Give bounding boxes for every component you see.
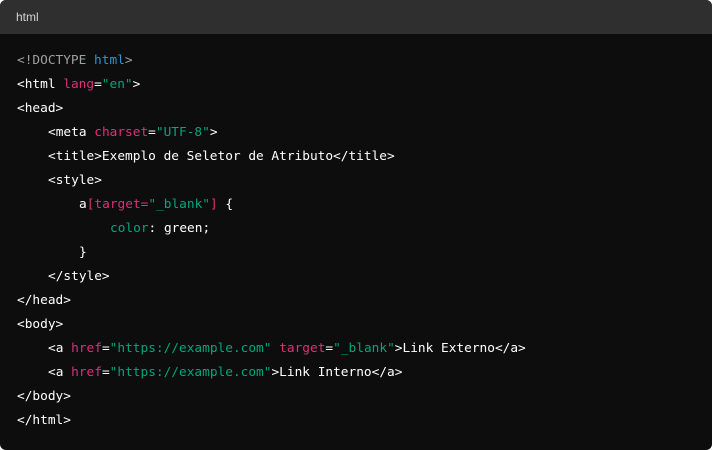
code-token-attribute: lang (63, 77, 95, 92)
code-token-plain: } (79, 245, 87, 260)
code-line: color: green; (17, 217, 712, 241)
code-line: <body> (17, 313, 712, 337)
code-line: <meta charset="UTF-8"> (17, 121, 712, 145)
code-token-string: "https://example.com" (109, 365, 272, 380)
code-block-header: html (0, 0, 712, 34)
code-token-plain: </head> (17, 293, 71, 308)
code-token-plain: <a (48, 365, 72, 380)
code-line: <a href="https://example.com" target="_b… (17, 337, 712, 361)
code-content[interactable]: <!DOCTYPE html> <html lang="en"> <head> <me… (0, 34, 712, 433)
code-token-string: "https://example.com" (109, 341, 272, 356)
code-token-plain: > (132, 77, 141, 92)
code-token-plain: <a (48, 341, 72, 356)
code-token-string: "_blank" (148, 197, 210, 212)
code-token-string: "_blank" (333, 341, 395, 356)
code-token-plain: <head> (17, 101, 64, 116)
code-token-plain: > (209, 125, 218, 140)
code-token-plain: >Link Interno</a> (271, 365, 403, 380)
code-token-plain: = (101, 365, 110, 380)
code-token-plain: a (79, 197, 87, 212)
code-token-doctype: > (124, 53, 133, 68)
code-token-plain: <meta (48, 125, 95, 140)
code-token-attribute: target (279, 341, 326, 356)
code-line: </body> (17, 385, 712, 409)
code-token-plain: : green; (148, 221, 211, 236)
language-label: html (16, 10, 39, 24)
code-block: html <!DOCTYPE html> <html lang="en"> <hea… (0, 0, 712, 450)
code-token-attribute: href (71, 365, 102, 380)
code-token-doctype: <!DOCTYPE (17, 53, 95, 68)
code-line: <title>Exemplo de Seletor de Atributo</t… (17, 145, 712, 169)
code-token-plain: </html> (17, 413, 71, 428)
code-line: </style> (17, 265, 712, 289)
code-token-attribute: [target= (86, 197, 149, 212)
code-token-plain: = (148, 125, 156, 140)
code-token-plain: { (217, 197, 234, 212)
code-line: a[target="_blank"] { (17, 193, 712, 217)
code-line: </head> (17, 289, 712, 313)
code-token-plain: <html (17, 77, 64, 92)
code-token-plain: = (94, 77, 102, 92)
code-token-plain: = (101, 341, 110, 356)
code-token-property: color (110, 221, 149, 236)
code-token-string: "en" (101, 77, 133, 92)
code-token-attribute: ] (210, 197, 218, 212)
code-token-plain: <title>Exemplo de Seletor de Atributo</t… (48, 149, 395, 164)
code-token-plain: >Link Externo</a> (394, 341, 526, 356)
code-line: } (17, 241, 712, 265)
code-line: </html> (17, 409, 712, 433)
code-token-plain: <style> (48, 173, 102, 188)
code-token-plain: <body> (17, 317, 64, 332)
code-line: <style> (17, 169, 712, 193)
code-line: <html lang="en"> (17, 73, 712, 97)
code-line: <head> (17, 97, 712, 121)
code-line: <!DOCTYPE html> (17, 49, 712, 73)
code-token-string: "UTF-8" (155, 125, 210, 140)
code-token-attribute: charset (94, 125, 149, 140)
code-token-keyword: html (94, 53, 125, 68)
code-token-plain: </style> (48, 269, 110, 284)
code-token-plain: </body> (17, 389, 71, 404)
code-line: <a href="https://example.com">Link Inter… (17, 361, 712, 385)
code-token-attribute: href (71, 341, 102, 356)
code-token-plain: = (325, 341, 334, 356)
